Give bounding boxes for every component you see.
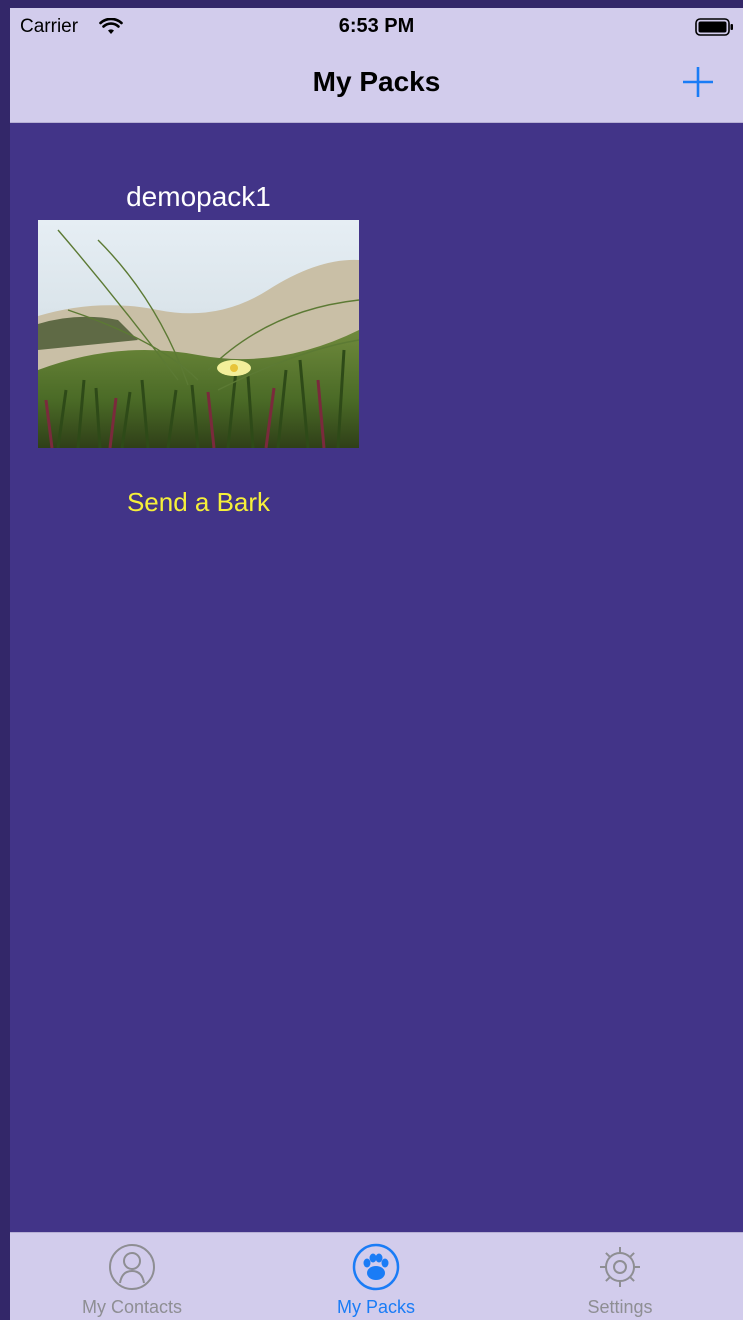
battery-icon xyxy=(695,18,733,36)
tab-label: My Packs xyxy=(336,1297,415,1317)
paw-icon xyxy=(352,1243,400,1291)
gear-icon xyxy=(600,1247,640,1287)
packs-collection: demopack1 Send a Bark xyxy=(10,123,743,1231)
person-icon xyxy=(109,1244,155,1290)
tab-label: Settings xyxy=(587,1297,653,1317)
app-screen: Carrier 6:53 PM My Packs demopack1 Send … xyxy=(10,8,743,1320)
tab-settings[interactable]: Settings xyxy=(498,1233,742,1320)
navigation-bar: Carrier 6:53 PM My Packs xyxy=(10,8,743,123)
page-title: My Packs xyxy=(312,66,441,97)
status-bar: Carrier 6:53 PM xyxy=(10,8,743,48)
pack-image[interactable] xyxy=(38,220,359,448)
plus-icon xyxy=(683,67,713,97)
tab-my-packs[interactable]: My Packs xyxy=(254,1233,498,1320)
tab-my-contacts[interactable]: My Contacts xyxy=(10,1233,254,1320)
status-time: 6:53 PM xyxy=(338,15,415,37)
tab-bar: My Contacts My Packs Settings xyxy=(10,1232,743,1320)
tab-label: My Contacts xyxy=(81,1297,183,1317)
pack-name: demopack1 xyxy=(126,181,271,212)
add-pack-button[interactable] xyxy=(680,64,716,100)
send-bark-button[interactable]: Send a Bark xyxy=(38,487,359,518)
